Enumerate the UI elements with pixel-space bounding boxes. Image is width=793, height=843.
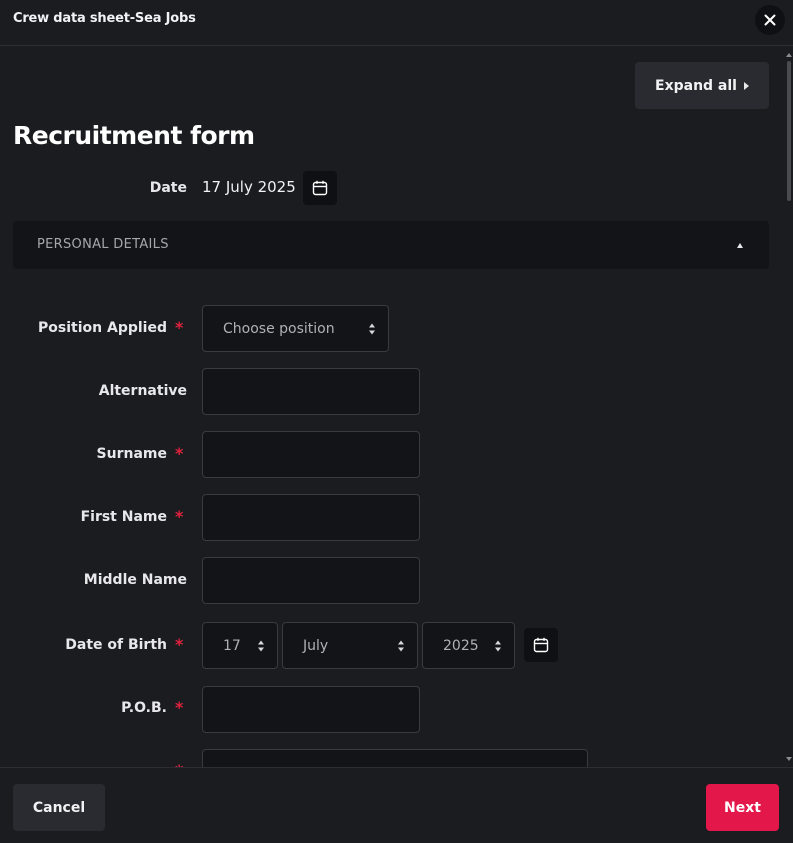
- expand-all-button[interactable]: Expand all: [635, 62, 769, 109]
- cancel-button[interactable]: Cancel: [13, 784, 105, 831]
- required-marker: *: [175, 507, 184, 526]
- next-field-input[interactable]: [202, 749, 588, 767]
- calendar-icon: [533, 637, 549, 653]
- pob-input[interactable]: [202, 686, 420, 733]
- alternative-label: Alternative: [98, 383, 187, 399]
- select-arrows-icon: [258, 640, 265, 651]
- scrollbar[interactable]: [785, 47, 793, 767]
- scroll-down-icon[interactable]: [786, 757, 792, 761]
- date-label: Date: [149, 180, 187, 196]
- chevron-right-icon: [744, 82, 749, 90]
- required-marker: *: [175, 698, 184, 717]
- required-marker: *: [175, 635, 184, 654]
- page-title: Recruitment form: [13, 121, 255, 150]
- first-name-label: First Name: [80, 509, 167, 525]
- section-title: PERSONAL DETAILS: [37, 237, 169, 252]
- dob-day-value: 17: [223, 637, 241, 654]
- select-arrows-icon: [398, 640, 405, 651]
- form-content[interactable]: Expand all Recruitment form Date 17 July…: [0, 47, 785, 767]
- chevron-up-icon: [737, 243, 743, 248]
- dob-year-select[interactable]: 2025: [422, 622, 515, 669]
- close-button[interactable]: [755, 5, 785, 35]
- middle-name-label: Middle Name: [83, 572, 187, 588]
- dob-month-value: July: [303, 637, 329, 654]
- next-button[interactable]: Next: [706, 784, 779, 831]
- select-arrows-icon: [495, 640, 502, 651]
- modal-footer: Cancel Next: [0, 767, 793, 843]
- first-name-input[interactable]: [202, 494, 420, 541]
- dob-month-select[interactable]: July: [282, 622, 418, 669]
- surname-label: Surname: [96, 446, 167, 462]
- modal-header: Crew data sheet-Sea Jobs: [0, 0, 793, 46]
- scroll-up-icon[interactable]: [786, 53, 792, 57]
- modal-title: Crew data sheet-Sea Jobs: [13, 11, 196, 26]
- position-applied-label: Position Applied: [38, 320, 167, 336]
- select-arrows-icon: [369, 323, 376, 334]
- date-calendar-button[interactable]: [303, 171, 337, 205]
- close-icon: [764, 14, 776, 26]
- position-select[interactable]: Choose position: [202, 305, 389, 352]
- dob-calendar-button[interactable]: [524, 628, 558, 662]
- required-marker: *: [175, 444, 184, 463]
- dob-year-value: 2025: [443, 637, 479, 654]
- calendar-icon: [312, 180, 328, 196]
- dob-day-select[interactable]: 17: [202, 622, 278, 669]
- date-value: 17 July 2025: [202, 178, 296, 196]
- required-marker: *: [175, 318, 184, 337]
- position-select-placeholder: Choose position: [223, 320, 335, 337]
- date-of-birth-label: Date of Birth: [65, 637, 167, 653]
- expand-all-label: Expand all: [655, 77, 737, 94]
- middle-name-input[interactable]: [202, 557, 420, 604]
- pob-label: P.O.B.: [121, 700, 167, 716]
- alternative-input[interactable]: [202, 368, 420, 415]
- scrollbar-thumb[interactable]: [787, 61, 791, 201]
- surname-input[interactable]: [202, 431, 420, 478]
- personal-details-section-header[interactable]: PERSONAL DETAILS: [13, 221, 769, 269]
